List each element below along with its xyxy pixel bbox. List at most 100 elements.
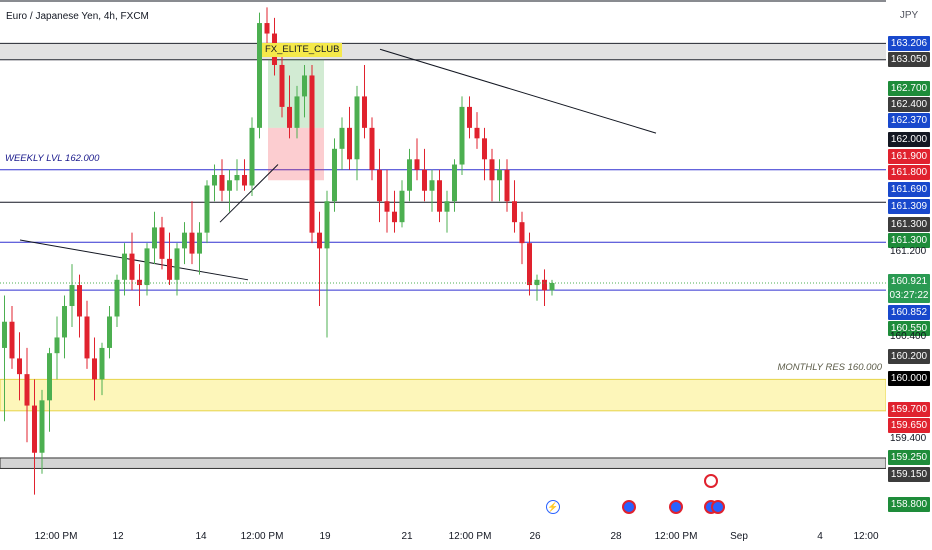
candle-body <box>444 201 450 212</box>
candle-body <box>542 279 547 291</box>
candle-body <box>309 75 315 233</box>
time-axis-label: 12:00 PM <box>34 531 78 542</box>
candle-body <box>204 185 210 233</box>
price-axis[interactable]: JPY 163.206 163.050 162.700 162.400 162.370 1… <box>886 0 932 524</box>
price-axis-label: 160.921 <box>888 274 930 289</box>
candle-body <box>347 127 352 160</box>
price-axis-label: 159.150 <box>888 467 930 482</box>
chart-area[interactable]: Euro / Japanese Yen, 4h, FXCM FX_ELITE_C… <box>0 0 886 524</box>
candle-body <box>287 106 292 128</box>
top-zone <box>0 43 886 60</box>
candle-body <box>362 96 367 128</box>
candle-body <box>354 96 360 160</box>
candle-body <box>174 248 180 280</box>
monthly-resistance-label: MONTHLY RES 160.000 <box>777 362 882 373</box>
economic-event-icon[interactable] <box>711 500 725 514</box>
candle-body <box>107 316 112 348</box>
candle-body <box>302 75 307 97</box>
candle-body <box>32 405 37 453</box>
price-axis-label: 03:27:22 <box>888 288 930 303</box>
zone-0 <box>0 378 886 412</box>
candle-body <box>137 279 142 286</box>
candle-body <box>534 279 540 286</box>
candle-body <box>504 169 510 202</box>
axis-corner <box>886 524 932 550</box>
price-axis-label: 159.650 <box>888 418 930 433</box>
time-axis-label: 12:00 <box>853 531 879 542</box>
price-axis-label: 161.900 <box>888 149 930 164</box>
candle-body <box>474 127 480 139</box>
candle-body <box>399 190 405 223</box>
zone-1 <box>0 457 886 469</box>
candle-body <box>24 374 30 406</box>
candle-body <box>84 316 90 359</box>
candle-body <box>9 321 15 359</box>
candlestick-chart[interactable] <box>0 0 886 524</box>
price-axis-label: 162.400 <box>888 97 930 112</box>
candle-body <box>182 232 187 249</box>
time-axis-label: 12:00 PM <box>448 531 492 542</box>
candle-body <box>69 285 75 307</box>
price-axis-label: 162.700 <box>888 81 930 96</box>
candle-body <box>122 253 127 280</box>
candle-body <box>407 159 412 191</box>
price-axis-label: 161.800 <box>888 165 930 180</box>
earnings-event-icon[interactable] <box>704 474 718 488</box>
candle-body <box>219 175 225 191</box>
candle-body <box>99 347 105 380</box>
price-axis-label: 159.250 <box>888 450 930 465</box>
price-axis-label: 158.800 <box>888 497 930 512</box>
candle-body <box>317 232 322 249</box>
price-axis-label: 162.000 <box>888 132 930 147</box>
price-axis-label: 160.852 <box>888 305 930 320</box>
candle-body <box>437 180 442 212</box>
candle-body <box>452 164 457 202</box>
economic-event-icon[interactable] <box>622 500 636 514</box>
candle-body <box>279 64 285 107</box>
candle-body <box>77 285 82 317</box>
candle-body <box>62 306 67 338</box>
price-axis-label: 161.200 <box>890 246 927 257</box>
candle-body <box>339 127 345 149</box>
price-axis-label: 162.370 <box>888 113 930 128</box>
price-axis-label: 163.050 <box>888 52 930 67</box>
time-axis-label: 14 <box>195 531 207 542</box>
candle-body <box>384 201 390 212</box>
price-axis-label: 161.300 <box>888 217 930 232</box>
symbol-title[interactable]: Euro / Japanese Yen, 4h, FXCM <box>6 11 149 22</box>
candle-body <box>482 138 487 160</box>
candle-body <box>324 201 330 249</box>
time-axis-label: 4 <box>817 531 823 542</box>
candle-body <box>114 279 120 317</box>
price-axis-label: 160.200 <box>888 349 930 364</box>
candle-body <box>167 258 172 280</box>
price-axis-label: 161.690 <box>888 182 930 197</box>
candle-body <box>429 180 435 191</box>
time-axis-label: 21 <box>401 531 413 542</box>
candle-body <box>264 23 270 34</box>
position-loss-box <box>268 127 324 181</box>
time-axis-label: 12 <box>112 531 124 542</box>
time-axis-label: 12:00 PM <box>240 531 284 542</box>
candle-body <box>189 232 195 254</box>
candle-body <box>234 175 240 181</box>
economic-event-icon[interactable] <box>669 500 683 514</box>
lightning-event-icon[interactable]: ⚡ <box>546 500 560 514</box>
candle-body <box>212 175 217 186</box>
candle-body <box>257 23 262 128</box>
candle-body <box>392 211 397 223</box>
candle-body <box>242 175 247 186</box>
trendline-upper <box>379 48 657 134</box>
candle-body <box>332 148 337 202</box>
time-axis-label: Sep <box>730 531 748 542</box>
time-axis[interactable]: 12:00 PM 12 14 12:00 PM 19 21 12:00 PM 26 28 12:0… <box>0 524 886 550</box>
candle-body <box>519 222 525 244</box>
currency-label[interactable]: JPY <box>886 10 932 21</box>
price-axis-label: 160.400 <box>890 331 927 342</box>
candle-body <box>227 180 232 191</box>
candle-body <box>92 358 97 380</box>
candle-body <box>497 169 502 181</box>
candle-body <box>249 127 255 186</box>
candle-body <box>489 159 495 181</box>
candle-body <box>197 232 202 254</box>
